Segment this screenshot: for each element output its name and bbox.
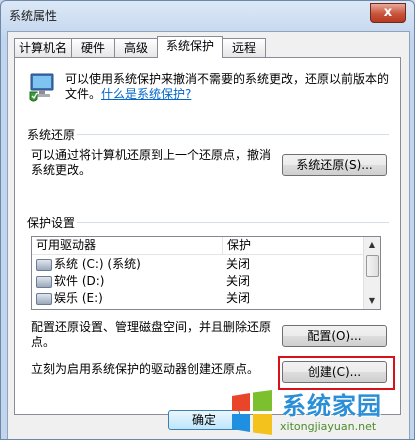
window-title: 系统属性: [9, 9, 58, 23]
tab-system-protection[interactable]: 系统保护: [157, 36, 223, 58]
computer-shield-icon: [29, 73, 54, 102]
drive-row[interactable]: 娱乐 (E:) 关闭: [32, 290, 363, 307]
drive-list-header: 可用驱动器 保护: [32, 237, 363, 255]
drive-name: 娱乐 (E:): [54, 291, 103, 305]
scroll-up-arrow-icon[interactable]: ▲: [364, 237, 380, 253]
tab-computer-name[interactable]: 计算机名: [14, 38, 72, 57]
drive-status: 关闭: [226, 274, 251, 288]
configure-description: 配置还原设置、管理磁盘空间，并且删除还原点。: [31, 320, 272, 349]
column-available-drives[interactable]: 可用驱动器: [32, 237, 222, 254]
what-is-system-protection-link[interactable]: 什么是系统保护?: [101, 87, 191, 101]
system-restore-divider: [77, 134, 389, 135]
drive-status: 关闭: [226, 291, 251, 305]
column-protection[interactable]: 保护: [222, 237, 364, 254]
system-restore-heading: 系统还原: [27, 128, 76, 142]
tab-advanced[interactable]: 高级: [114, 38, 158, 57]
intro-text: 可以使用系统保护来撤消不需要的系统更改，还原以前版本的文件。什么是系统保护?: [65, 72, 395, 102]
drive-row[interactable]: 软件 (D:) 关闭: [32, 273, 363, 290]
configure-button[interactable]: 配置(O)...: [282, 325, 387, 347]
system-properties-window: 系统属性 x 计算机名 硬件 高级 系统保护 远程 可以使用系统保护来撤消不需要…: [0, 0, 415, 440]
drive-status: 关闭: [226, 257, 251, 271]
system-restore-button[interactable]: 系统还原(S)...: [282, 154, 387, 176]
drive-icon: [36, 293, 52, 305]
drive-name: 系统 (C:) (系统): [54, 257, 141, 271]
protection-settings-divider: [77, 222, 389, 223]
drive-icon: [36, 276, 52, 288]
system-protection-panel: 可以使用系统保护来撤消不需要的系统更改，还原以前版本的文件。什么是系统保护? 系…: [14, 57, 401, 415]
tab-hardware[interactable]: 硬件: [71, 38, 115, 57]
scroll-thumb[interactable]: [366, 255, 379, 277]
drive-name: 软件 (D:): [54, 274, 105, 288]
system-drive-icon: [36, 259, 52, 271]
close-button[interactable]: x: [370, 3, 406, 23]
site-watermark: 系统家园 xitongjiayuan.net: [228, 386, 415, 440]
dialog-client: 计算机名 硬件 高级 系统保护 远程 可以使用系统保护来撤消不需要的系统更改，还…: [7, 31, 410, 439]
create-button[interactable]: 创建(C)...: [282, 361, 387, 383]
create-description: 立刻为启用系统保护的驱动器创建还原点。: [31, 362, 260, 376]
tab-remote[interactable]: 远程: [222, 38, 266, 57]
protection-settings-heading: 保护设置: [27, 216, 76, 230]
system-restore-description: 可以通过将计算机还原到上一个还原点，撤消系统更改。: [31, 148, 272, 177]
scroll-down-arrow-icon[interactable]: ▼: [364, 293, 380, 309]
drive-row[interactable]: 系统 (C:) (系统) 关闭: [32, 256, 363, 273]
drive-list[interactable]: 可用驱动器 保护 系统 (C:) (系统) 关闭 软件 (D:) 关闭 娱乐 (…: [31, 236, 381, 310]
windows-logo-icon: [232, 390, 272, 435]
watermark-url: xitongjiayuan.net: [280, 420, 377, 433]
drive-list-scrollbar[interactable]: ▲ ▼: [363, 237, 380, 309]
watermark-title: 系统家园: [282, 392, 382, 420]
